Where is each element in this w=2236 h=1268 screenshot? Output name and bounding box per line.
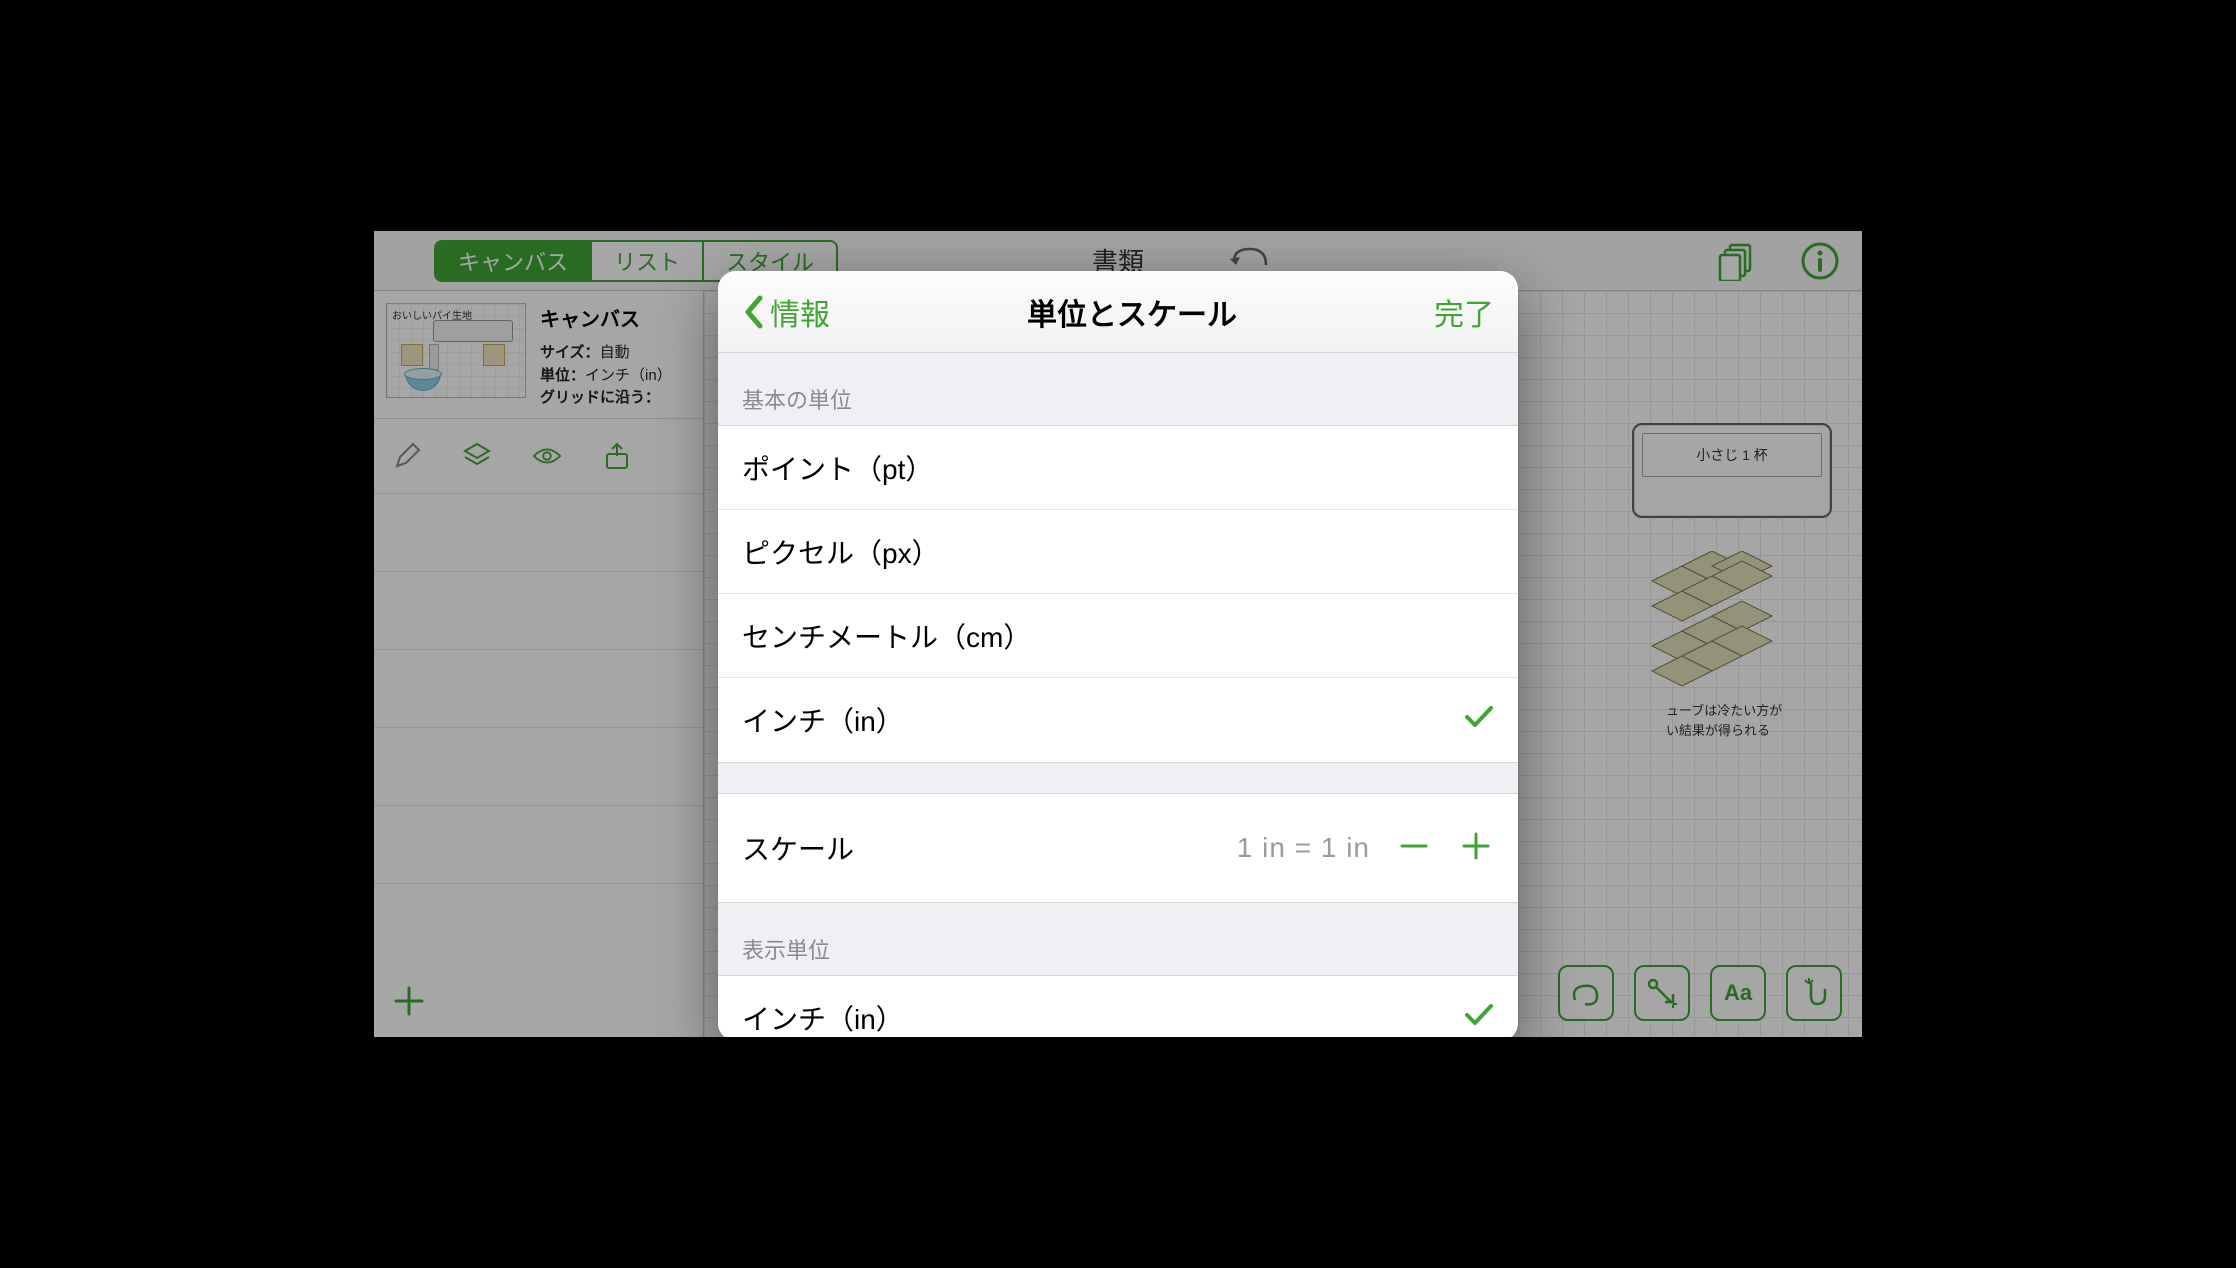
section-display-unit-header: 表示単位 xyxy=(718,903,1518,975)
info-icon xyxy=(1800,241,1840,281)
unit-option-cm[interactable]: センチメートル（cm） xyxy=(718,594,1518,678)
units-scale-popover: 情報 単位とスケール 完了 基本の単位 ポイント（pt） ピクセル（px） セン… xyxy=(718,271,1518,1037)
unit-option-label: インチ（in） xyxy=(742,700,904,740)
pencil-icon[interactable] xyxy=(392,441,422,471)
popover-title: 単位とスケール xyxy=(1027,290,1237,334)
add-button[interactable] xyxy=(392,984,426,1023)
unit-option-pt[interactable]: ポイント（pt） xyxy=(718,426,1518,510)
canvas-node-cubes[interactable] xyxy=(1642,551,1812,696)
canvas-info-meta: サイズ：自動 単位：インチ（in） グリッドに沿う： xyxy=(540,342,672,410)
popover-header: 情報 単位とスケール 完了 xyxy=(718,271,1518,353)
done-button[interactable]: 完了 xyxy=(1434,290,1494,334)
unit-option-label: インチ（in） xyxy=(742,998,904,1037)
freeform-icon xyxy=(1567,974,1605,1012)
touch-icon xyxy=(1795,974,1833,1012)
list-row[interactable] xyxy=(374,806,703,884)
pages-button[interactable] xyxy=(1714,239,1758,283)
ingredient-label: 小さじ 1 杯 xyxy=(1642,433,1822,477)
text-tool-button[interactable]: Aa xyxy=(1710,965,1766,1021)
canvas-node-ingredient[interactable]: 小さじ 1 杯 xyxy=(1632,423,1832,518)
scale-decrement-button[interactable] xyxy=(1396,828,1432,869)
canvas-thumbnail[interactable]: おいしいパイ生地 xyxy=(386,303,526,398)
scale-label: スケール xyxy=(742,828,854,868)
inspector-icon-row xyxy=(374,419,703,494)
canvas-info-title: キャンバス xyxy=(540,303,672,332)
list-row[interactable] xyxy=(374,650,703,728)
share-icon[interactable] xyxy=(602,441,632,471)
plus-icon xyxy=(392,984,426,1018)
unit-option-in[interactable]: インチ（in） xyxy=(718,678,1518,762)
canvas-note-text: ューブは冷たい方が い結果が得られる xyxy=(1666,701,1782,740)
unit-option-px[interactable]: ピクセル（px） xyxy=(718,510,1518,594)
visibility-icon[interactable] xyxy=(532,441,562,471)
connector-tool-button[interactable] xyxy=(1634,965,1690,1021)
pages-stack-icon xyxy=(1716,241,1756,281)
scale-row: スケール 1 in = 1 in xyxy=(718,793,1518,903)
basic-unit-option-list: ポイント（pt） ピクセル（px） センチメートル（cm） インチ（in） xyxy=(718,425,1518,763)
left-sidebar: おいしいパイ生地 キャンバス サイズ：自動 単位：インチ（in） グリッドに沿う… xyxy=(374,291,704,1037)
display-unit-option-list: インチ（in） xyxy=(718,975,1518,1037)
layers-icon[interactable] xyxy=(462,441,492,471)
checkmark-icon xyxy=(1464,1001,1494,1035)
text-tool-icon: Aa xyxy=(1724,980,1752,1006)
list-row[interactable] xyxy=(374,728,703,806)
checkmark-icon xyxy=(1464,703,1494,737)
minus-icon xyxy=(1396,828,1432,864)
display-unit-option-in[interactable]: インチ（in） xyxy=(718,976,1518,1037)
undo-icon xyxy=(1228,243,1268,273)
plus-icon xyxy=(1458,828,1494,864)
unit-option-label: センチメートル（cm） xyxy=(742,616,1031,656)
tab-list[interactable]: リスト xyxy=(592,242,704,280)
scale-increment-button[interactable] xyxy=(1458,828,1494,869)
arrow-tool-icon xyxy=(1643,974,1681,1012)
freeform-tool-button[interactable] xyxy=(1558,965,1614,1021)
unit-option-label: ピクセル（px） xyxy=(742,532,940,572)
tab-canvas[interactable]: キャンバス xyxy=(436,242,592,280)
back-button[interactable]: 情報 xyxy=(742,290,830,334)
cube-stack-icon xyxy=(1642,551,1812,691)
chevron-left-icon xyxy=(742,294,766,330)
sidebar-list xyxy=(374,494,703,1038)
unit-option-label: ポイント（pt） xyxy=(742,448,933,488)
info-button[interactable] xyxy=(1798,239,1842,283)
list-row[interactable] xyxy=(374,494,703,572)
scale-value: 1 in = 1 in xyxy=(1237,832,1370,864)
back-label: 情報 xyxy=(770,290,830,334)
bottom-tool-row: Aa xyxy=(1558,965,1842,1021)
touch-tool-button[interactable] xyxy=(1786,965,1842,1021)
section-basic-unit-header: 基本の単位 xyxy=(718,353,1518,425)
list-row[interactable] xyxy=(374,572,703,650)
